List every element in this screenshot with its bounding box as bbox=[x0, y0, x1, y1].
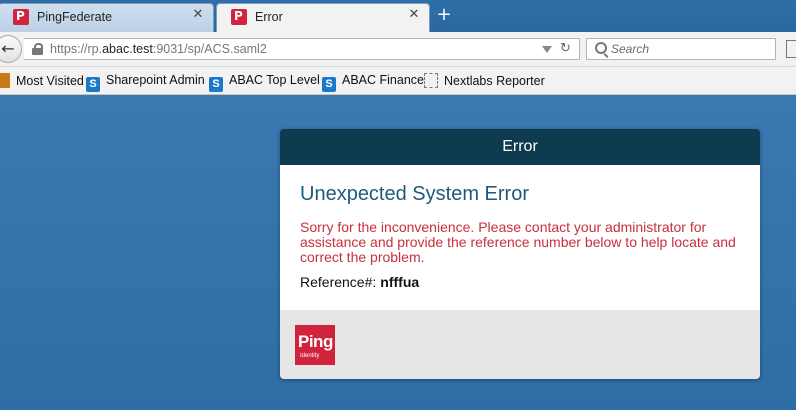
search-input[interactable] bbox=[611, 41, 761, 57]
reload-icon[interactable]: ↻ bbox=[560, 41, 571, 56]
lock-icon bbox=[32, 43, 43, 55]
error-title: Unexpected System Error bbox=[300, 183, 529, 205]
back-button[interactable]: ← bbox=[0, 35, 22, 63]
ping-favicon-icon: P bbox=[231, 9, 247, 25]
tab-title: PingFederate bbox=[37, 10, 113, 24]
back-arrow-icon: ← bbox=[1, 39, 15, 58]
bookmark-most-visited[interactable]: Most Visited bbox=[0, 73, 84, 88]
toolbar-button[interactable] bbox=[786, 40, 796, 58]
bookmark-sharepoint-admin[interactable]: S Sharepoint Admin bbox=[86, 73, 205, 92]
sharepoint-icon: S bbox=[86, 77, 100, 92]
bookmark-label: ABAC Top Level bbox=[229, 73, 320, 87]
address-bar[interactable]: https://rp.abac.test:9031/sp/ACS.saml2 ↻ bbox=[24, 38, 580, 60]
close-tab-icon[interactable]: ✕ bbox=[407, 8, 421, 22]
url-prefix: https://rp. bbox=[50, 42, 103, 56]
error-card: Error Unexpected System Error Sorry for … bbox=[280, 129, 760, 379]
bookmark-label: ABAC Finance bbox=[342, 73, 424, 87]
url-text[interactable]: https://rp.abac.test:9031/sp/ACS.saml2 bbox=[50, 42, 267, 56]
new-tab-button[interactable]: + bbox=[434, 5, 454, 25]
url-dropdown-icon[interactable] bbox=[542, 46, 552, 53]
tab-title: Error bbox=[255, 10, 283, 24]
close-tab-icon[interactable]: ✕ bbox=[191, 8, 205, 22]
error-card-footer: Ping Identity bbox=[280, 310, 760, 379]
bookmark-abac-finance[interactable]: S ABAC Finance bbox=[322, 73, 424, 92]
bookmark-label: Nextlabs Reporter bbox=[444, 74, 545, 88]
sharepoint-icon: S bbox=[322, 77, 336, 92]
page-content: Error Unexpected System Error Sorry for … bbox=[0, 95, 796, 410]
bookmarks-toolbar: Most Visited S Sharepoint Admin S ABAC Top… bbox=[0, 67, 796, 95]
reference-value: nfffua bbox=[380, 274, 420, 290]
reference-label: Reference#: bbox=[300, 274, 377, 290]
sharepoint-icon: S bbox=[209, 77, 223, 92]
folder-icon bbox=[0, 73, 10, 88]
logo-subtext: Identity bbox=[300, 353, 320, 359]
tab-strip: P PingFederate ✕ P Error ✕ + bbox=[0, 0, 796, 32]
ping-favicon-icon: P bbox=[13, 9, 29, 25]
search-bar[interactable] bbox=[586, 38, 776, 60]
ping-identity-logo: Ping Identity bbox=[295, 325, 335, 365]
error-message: Sorry for the inconvenience. Please cont… bbox=[300, 219, 736, 265]
error-card-header: Error bbox=[280, 129, 760, 165]
search-icon bbox=[595, 42, 607, 54]
blank-page-icon bbox=[424, 73, 438, 88]
error-card-body: Unexpected System Error Sorry for the in… bbox=[280, 165, 760, 310]
bookmark-abac-top-level[interactable]: S ABAC Top Level bbox=[209, 73, 320, 92]
url-domain: abac.test bbox=[102, 42, 153, 56]
bookmark-label: Most Visited bbox=[16, 74, 84, 88]
logo-text: Ping bbox=[298, 332, 333, 351]
tab-pingfederate[interactable]: P PingFederate ✕ bbox=[0, 3, 214, 32]
bookmark-nextlabs-reporter[interactable]: Nextlabs Reporter bbox=[424, 73, 545, 88]
reference-line: Reference#: nfffua bbox=[300, 274, 419, 290]
bookmark-label: Sharepoint Admin bbox=[106, 73, 205, 87]
navigation-bar: ← https://rp.abac.test:9031/sp/ACS.saml2… bbox=[0, 32, 796, 67]
tab-error[interactable]: P Error ✕ bbox=[216, 3, 430, 32]
url-suffix: :9031/sp/ACS.saml2 bbox=[152, 42, 267, 56]
